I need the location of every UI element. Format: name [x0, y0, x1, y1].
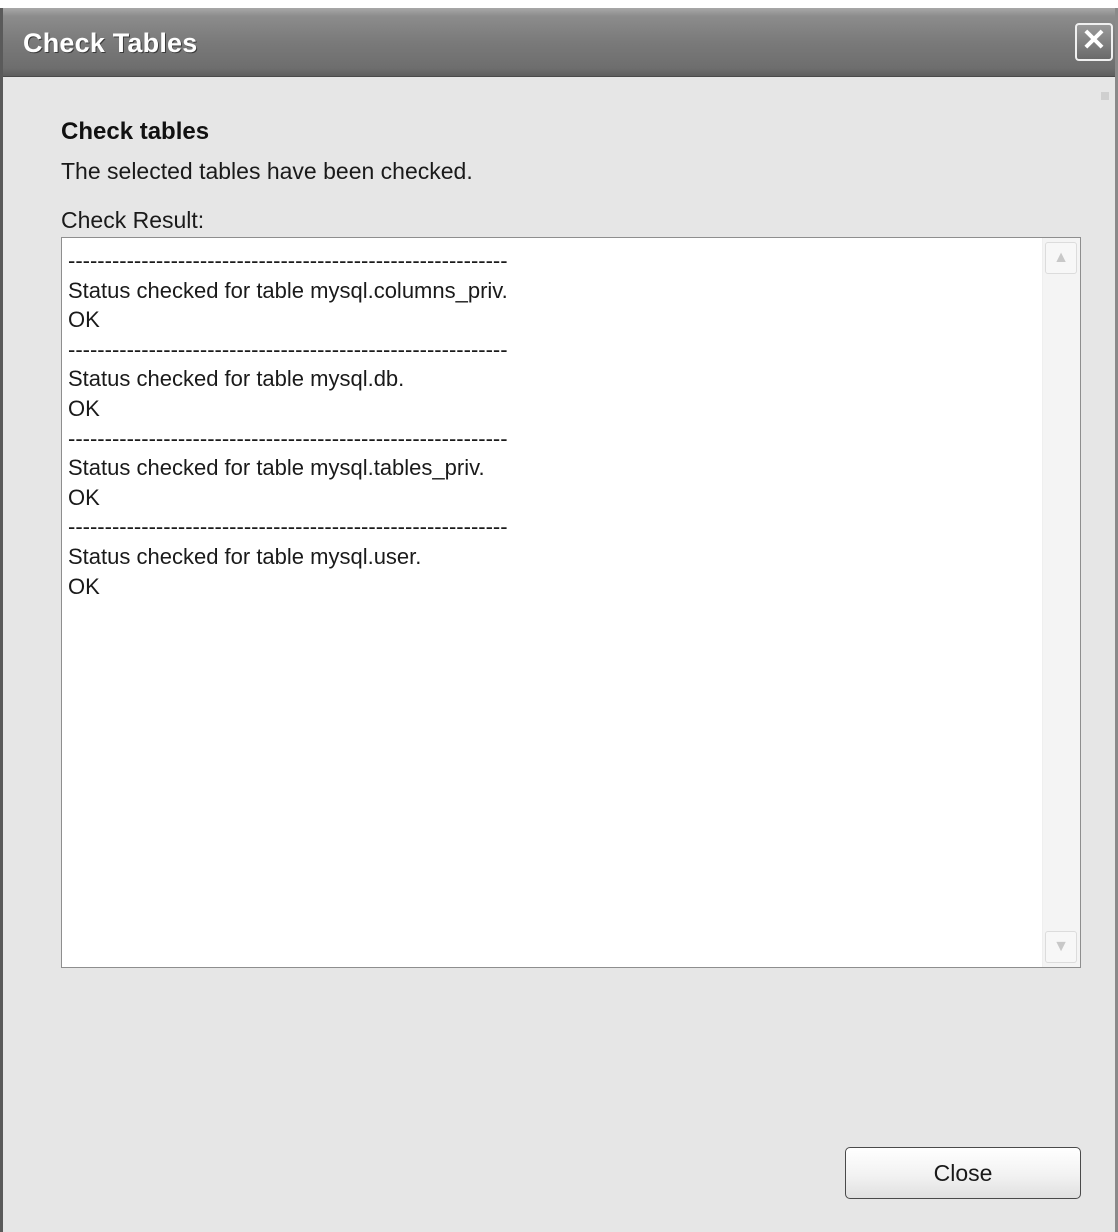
- check-result-content: ----------------------------------------…: [68, 246, 1040, 967]
- result-status-line: Status checked for table mysql.db.: [68, 366, 405, 392]
- resize-grip: [1101, 92, 1109, 100]
- result-separator: ----------------------------------------…: [68, 248, 508, 273]
- close-button[interactable]: Close: [845, 1147, 1081, 1199]
- check-tables-dialog: Check Tables ✕ Check tables The selected…: [0, 8, 1118, 1232]
- result-status-line: Status checked for table mysql.tables_pr…: [68, 455, 485, 481]
- close-window-icon[interactable]: ✕: [1075, 23, 1113, 61]
- chevron-down-icon[interactable]: ▼: [1045, 931, 1077, 963]
- result-separator: ----------------------------------------…: [68, 336, 508, 362]
- result-status-ok: OK: [68, 484, 100, 510]
- check-result-label: Check Result:: [61, 207, 205, 233]
- result-separator: ----------------------------------------…: [68, 425, 508, 451]
- vertical-scrollbar[interactable]: ▲ ▼: [1042, 238, 1080, 967]
- window-title: Check Tables: [23, 28, 198, 58]
- result-status-ok: OK: [68, 307, 100, 333]
- chevron-up-icon[interactable]: ▲: [1045, 242, 1077, 274]
- result-status-ok: OK: [68, 573, 100, 599]
- check-result-textarea[interactable]: ----------------------------------------…: [61, 237, 1081, 968]
- title-bar[interactable]: Check Tables ✕: [3, 8, 1115, 77]
- status-description: The selected tables have been checked.: [61, 158, 473, 184]
- result-status-line: Status checked for table mysql.columns_p…: [68, 277, 508, 303]
- section-heading: Check tables: [61, 118, 210, 145]
- result-status-line: Status checked for table mysql.user.: [68, 543, 422, 569]
- result-status-ok: OK: [68, 395, 100, 421]
- result-separator: ----------------------------------------…: [68, 514, 508, 540]
